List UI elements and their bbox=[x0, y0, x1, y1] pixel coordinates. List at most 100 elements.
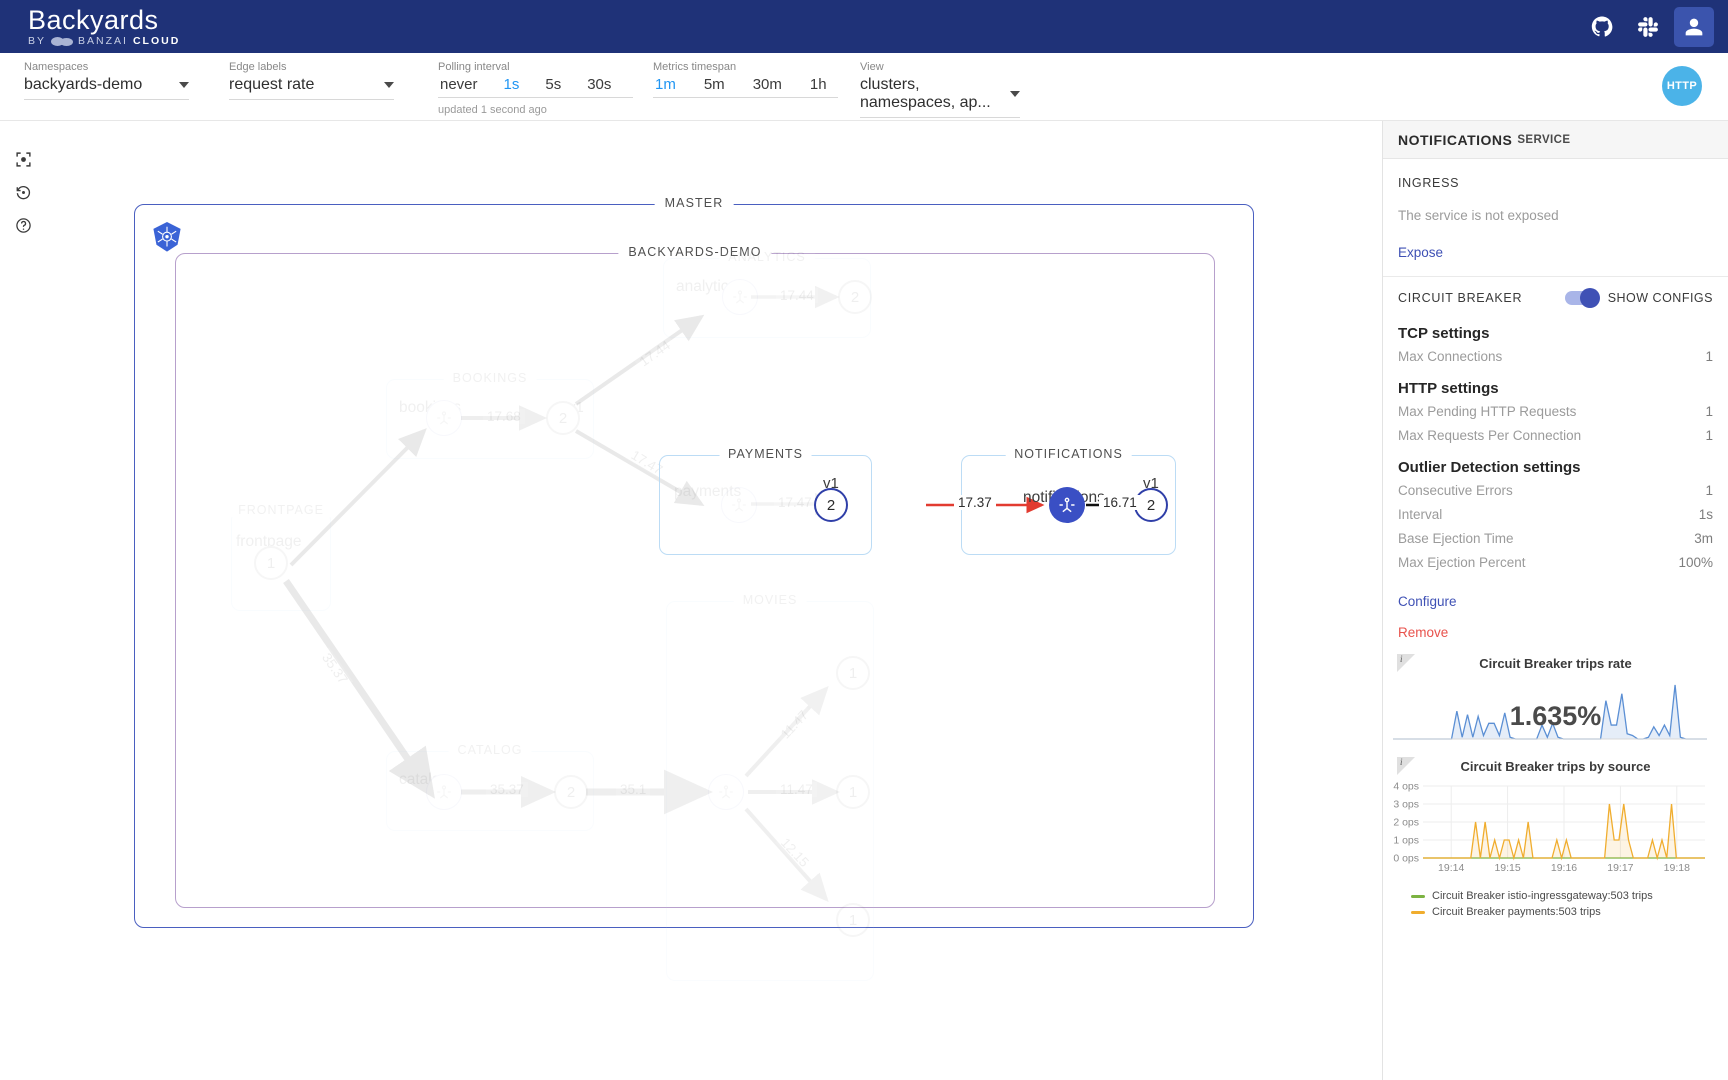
remove-link[interactable]: Remove bbox=[1398, 625, 1448, 640]
config-value: 3m bbox=[1694, 530, 1713, 548]
legend-swatch-payments bbox=[1411, 911, 1425, 914]
timespan-option-1h[interactable]: 1h bbox=[808, 76, 829, 93]
svg-text:19:15: 19:15 bbox=[1494, 862, 1520, 874]
replica-node-frontpage: 1 bbox=[254, 546, 288, 580]
show-configs-label: SHOW CONFIGS bbox=[1608, 291, 1713, 305]
panel-subtitle: SERVICE bbox=[1517, 134, 1570, 146]
user-icon[interactable] bbox=[1674, 7, 1714, 47]
service-label-payments: PAYMENTS bbox=[719, 447, 812, 461]
chart-trips-by-source[interactable]: i Circuit Breaker trips by source 0 ops 1… bbox=[1383, 757, 1728, 918]
config-key: Max Ejection Percent bbox=[1398, 554, 1526, 572]
metrics-timespan-options: 1m 5m 30m 1h bbox=[653, 76, 838, 98]
ingress-section: INGRESS The service is not exposed Expos… bbox=[1383, 159, 1728, 277]
edge-label-movies-v2: 11.47 bbox=[776, 782, 817, 797]
replica-node-analytics: 2 bbox=[838, 280, 872, 314]
service-label-analytics: ANALYTICS bbox=[719, 250, 815, 264]
github-icon[interactable] bbox=[1582, 7, 1622, 47]
namespaces-select[interactable]: backyards-demo bbox=[24, 76, 189, 100]
svg-text:0 ops: 0 ops bbox=[1393, 853, 1419, 865]
focus-icon[interactable] bbox=[0, 143, 46, 176]
chart-title-trips-rate: Circuit Breaker trips rate bbox=[1389, 654, 1722, 671]
istio-node-payments bbox=[721, 487, 757, 523]
graph-tool-rail bbox=[0, 121, 46, 1080]
configure-link[interactable]: Configure bbox=[1398, 594, 1457, 609]
config-value: 1 bbox=[1705, 427, 1713, 445]
istio-node-catalog bbox=[426, 774, 462, 810]
polling-interval-control: Polling interval never 1s 5s 30s updated… bbox=[438, 61, 633, 116]
service-label-notifications: NOTIFICATIONS bbox=[1005, 447, 1132, 461]
service-graph-canvas[interactable]: MASTER BACKYARDS-DEMO ANALYTICS BOOKINGS… bbox=[46, 121, 1382, 1080]
ingress-title: INGRESS bbox=[1398, 176, 1713, 190]
config-value: 1 bbox=[1705, 482, 1713, 500]
trips-rate-value: 1.635% bbox=[1389, 701, 1722, 732]
chevron-down-icon bbox=[384, 82, 394, 88]
help-icon[interactable] bbox=[0, 209, 46, 242]
config-value: 1s bbox=[1699, 506, 1713, 524]
brand-logo[interactable]: Backyards BY BANZAICLOUD bbox=[14, 6, 180, 47]
config-value: 1 bbox=[1705, 348, 1713, 366]
namespaces-label: Namespaces bbox=[24, 61, 189, 73]
polling-option-30s[interactable]: 30s bbox=[585, 76, 613, 93]
edge-labels-select[interactable]: request rate bbox=[229, 76, 394, 100]
replica-node-movies-v2: 1 bbox=[836, 775, 870, 809]
replica-node-movies-v3: 1 bbox=[836, 903, 870, 937]
timespan-option-1m[interactable]: 1m bbox=[653, 76, 678, 93]
reset-icon[interactable] bbox=[0, 176, 46, 209]
chevron-down-icon bbox=[1010, 91, 1020, 97]
svg-text:19:18: 19:18 bbox=[1664, 862, 1690, 874]
info-icon-glyph: i bbox=[1400, 654, 1403, 664]
panel-title: NOTIFICATIONS bbox=[1398, 132, 1512, 148]
config-row: Max Connections 1 bbox=[1398, 348, 1713, 366]
view-label: View bbox=[860, 61, 1020, 73]
backyards-app: Backyards BY BANZAICLOUD Namespaces back bbox=[0, 0, 1728, 1080]
slack-icon[interactable] bbox=[1628, 7, 1668, 47]
edge-label-payments-notifications: 17.37 bbox=[954, 495, 996, 510]
brand-title: Backyards bbox=[28, 6, 180, 34]
protocol-badge[interactable]: HTTP bbox=[1662, 66, 1702, 106]
config-row: Max Requests Per Connection 1 bbox=[1398, 427, 1713, 445]
controls-bar: Namespaces backyards-demo Edge labels re… bbox=[0, 53, 1728, 121]
legend-item[interactable]: Circuit Breaker istio-ingressgateway:503… bbox=[1411, 890, 1722, 902]
config-value: 1 bbox=[1705, 403, 1713, 421]
legend-swatch-ingressgateway bbox=[1411, 895, 1425, 898]
service-label-catalog: CATALOG bbox=[449, 743, 532, 757]
ingress-note: The service is not exposed bbox=[1398, 208, 1713, 223]
service-label-frontpage: FRONTPAGE bbox=[229, 503, 333, 517]
svg-text:3 ops: 3 ops bbox=[1393, 799, 1419, 811]
toggle-knob bbox=[1580, 288, 1600, 308]
istio-node-analytics bbox=[722, 279, 758, 315]
expose-link[interactable]: Expose bbox=[1398, 245, 1443, 260]
polling-updated-text: updated 1 second ago bbox=[438, 104, 633, 116]
svg-text:19:16: 19:16 bbox=[1551, 862, 1577, 874]
edge-label-catalog-inner: 35.37 bbox=[486, 782, 528, 797]
svg-text:2 ops: 2 ops bbox=[1393, 817, 1419, 829]
edge-labels-control: Edge labels request rate bbox=[229, 61, 394, 100]
timespan-option-5m[interactable]: 5m bbox=[702, 76, 727, 93]
edge-label-bookings-inner: 17.68 bbox=[483, 409, 525, 424]
istio-node-notifications[interactable] bbox=[1049, 487, 1085, 523]
timespan-option-30m[interactable]: 30m bbox=[751, 76, 784, 93]
polling-option-1s[interactable]: 1s bbox=[502, 76, 522, 93]
legend-label: Circuit Breaker istio-ingressgateway:503… bbox=[1432, 890, 1653, 902]
edge-labels-label: Edge labels bbox=[229, 61, 394, 73]
show-configs-toggle[interactable] bbox=[1565, 291, 1599, 305]
config-row: Base Ejection Time 3m bbox=[1398, 530, 1713, 548]
istio-node-movies bbox=[708, 774, 744, 810]
legend-item[interactable]: Circuit Breaker payments:503 trips bbox=[1411, 906, 1722, 918]
polling-interval-label: Polling interval bbox=[438, 61, 633, 73]
polling-option-never[interactable]: never bbox=[438, 76, 480, 93]
chart-title-trips-by-source: Circuit Breaker trips by source bbox=[1389, 757, 1722, 774]
polling-option-5s[interactable]: 5s bbox=[543, 76, 563, 93]
config-value: 100% bbox=[1678, 554, 1713, 572]
view-select[interactable]: clusters, namespaces, ap... bbox=[860, 76, 1020, 118]
metrics-timespan-control: Metrics timespan 1m 5m 30m 1h bbox=[653, 61, 838, 98]
replica-node-payments-v1[interactable]: 2 bbox=[814, 488, 848, 522]
info-icon-glyph: i bbox=[1400, 757, 1403, 767]
chevron-down-icon bbox=[179, 82, 189, 88]
svg-text:1 ops: 1 ops bbox=[1393, 835, 1419, 847]
config-key: Max Connections bbox=[1398, 348, 1502, 366]
polling-interval-options: never 1s 5s 30s bbox=[438, 76, 633, 98]
circuit-breaker-title: CIRCUIT BREAKER bbox=[1398, 291, 1522, 305]
service-label-bookings: BOOKINGS bbox=[444, 371, 537, 385]
chart-trips-rate[interactable]: i Circuit Breaker trips rate 1.635% bbox=[1383, 654, 1728, 745]
